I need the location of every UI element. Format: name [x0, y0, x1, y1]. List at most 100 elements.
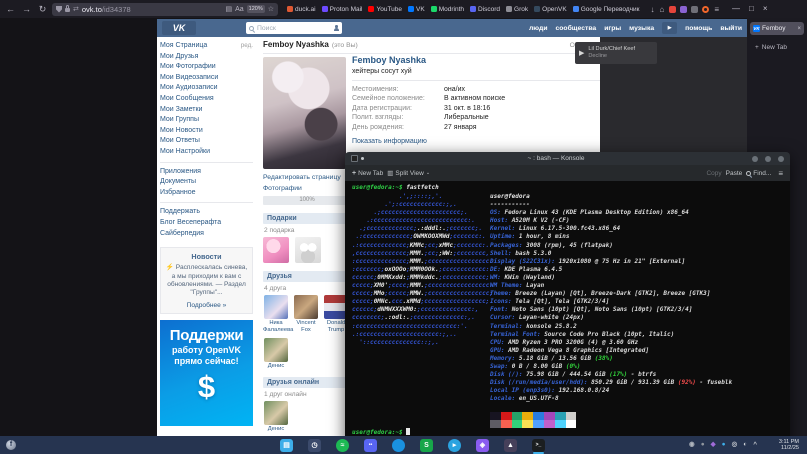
sidebar-item[interactable]: Поддержать [160, 207, 253, 218]
extension-red[interactable] [669, 6, 676, 13]
expand-tray-caret[interactable]: ^ [753, 442, 757, 449]
nav-item-помощь[interactable]: помощь [685, 25, 712, 32]
terminal-maximize-button[interactable] [765, 156, 771, 162]
news-more-link[interactable]: Подробнее » [164, 302, 249, 309]
url-text[interactable]: ovk.to/id34378 [82, 5, 223, 14]
home-icon[interactable]: ⌂ [660, 5, 665, 14]
taskbar-icon-green-s-app[interactable]: S [420, 439, 433, 452]
vk-logo[interactable]: VK [162, 21, 196, 35]
address-bar[interactable]: ⇄ ovk.to/id34378 ▤ Aa 120% ☆ [52, 3, 278, 16]
blue-dot-tray-icon[interactable]: ● [722, 442, 726, 449]
taskbar-icon-mountain-app[interactable]: ▲ [504, 439, 517, 452]
bookmark-item[interactable]: Discord [470, 6, 500, 13]
terminal-close-button[interactable] [778, 156, 784, 162]
sidebar-item[interactable]: Мои Заметки [160, 105, 253, 116]
sidebar-item[interactable]: Мои Друзья [160, 52, 253, 63]
friend-avatar[interactable] [264, 338, 288, 362]
terminal-minimize-button[interactable] [752, 156, 758, 162]
friend-avatar[interactable] [294, 295, 318, 319]
edit-page-link[interactable]: Редактировать страницу [263, 173, 351, 184]
nav-item-выйти[interactable]: выйти [720, 25, 742, 32]
tab-close-icon[interactable]: × [797, 26, 801, 32]
friends-section-header[interactable]: Друзья [263, 271, 351, 282]
sidebar-item[interactable]: Мои Новости [160, 126, 253, 137]
online-friends-section-header[interactable]: Друзья онлайн [263, 377, 351, 388]
taskbar-icon-discord[interactable]: •• [364, 439, 377, 452]
reload-button[interactable]: ↻ [36, 0, 49, 18]
bookmark-item[interactable]: Google Переводчик [573, 6, 640, 13]
updates-tray-icon[interactable]: ● [701, 442, 705, 449]
friend-name[interactable]: Vincent Fox [293, 320, 319, 334]
sidebar-item-badge[interactable]: ред. [241, 41, 253, 52]
sidebar-item[interactable]: Мои Сообщения [160, 94, 253, 105]
back-button[interactable]: ← [4, 0, 17, 18]
bookmark-item[interactable]: Proton Mail [322, 6, 363, 13]
shield-icon[interactable] [56, 6, 62, 13]
taskbar-icon-telegram[interactable]: ▸ [448, 439, 461, 452]
audio-play-icon[interactable]: ▶ [579, 49, 584, 57]
friend-name[interactable]: Денис [263, 426, 289, 433]
app-launcher-button[interactable]: f [6, 440, 16, 450]
gifts-section-header[interactable]: Подарки [263, 213, 351, 224]
sidebar-item[interactable]: Мои Фотографии [160, 62, 253, 73]
sidebar-item[interactable]: Мои Ответы [160, 136, 253, 147]
donate-banner[interactable]: Поддержи работу OpenVK прямо сейчас! $ [160, 320, 253, 426]
profile-photo[interactable] [263, 57, 346, 169]
sidebar-item[interactable]: Моя Страницаред. [160, 41, 253, 52]
taskbar-icon-clock-box-app[interactable]: ◷ [308, 439, 321, 452]
purple-diamond-tray-icon[interactable]: ◆ [711, 442, 716, 449]
vk-search-input[interactable]: Поиск [246, 22, 342, 34]
taskbar-icon-purple-app[interactable]: ◈ [476, 439, 489, 452]
photos-link[interactable]: Фотографии [263, 184, 351, 195]
friend-card[interactable]: Ника Фалалеева [263, 295, 289, 334]
friend-card[interactable]: Денис [263, 338, 289, 370]
downloads-icon[interactable]: ↓ [651, 5, 655, 14]
gift-image[interactable] [295, 237, 321, 263]
reader-mode-icon[interactable]: ▤ [225, 5, 232, 13]
forward-button[interactable]: → [20, 0, 33, 18]
active-tab[interactable]: VK Femboy × [750, 22, 804, 35]
nav-item-сообщества[interactable]: сообщества [556, 25, 597, 32]
minimize-button[interactable]: — [732, 0, 740, 18]
terminal-content[interactable]: user@fedora:~$ fastfetch .',;::::;,'. .'… [345, 181, 790, 447]
zoom-level-badge[interactable]: 120% [247, 5, 265, 13]
taskbar-icon-spotify[interactable]: ≈ [336, 439, 349, 452]
bookmark-item[interactable]: Modrinth [431, 6, 464, 13]
container-swap-icon[interactable]: ⇄ [73, 5, 79, 13]
sidebar-item[interactable]: Сайберпедия [160, 229, 253, 240]
friend-name[interactable]: Денис [263, 363, 289, 370]
terminal-titlebar[interactable]: ~ : bash — Konsole [345, 152, 790, 165]
show-info-link[interactable]: Показать информацию [352, 138, 600, 145]
clock-widget[interactable]: 3:11 PM 11/2/25 [779, 439, 799, 452]
taskbar-icon-floorp-browser[interactable] [392, 439, 405, 452]
taskbar-icon-konsole[interactable]: >_ [532, 439, 545, 452]
nav-item-игры[interactable]: игры [604, 25, 621, 32]
night-light-tray-icon[interactable]: ◐ [743, 442, 747, 449]
steam-tray-icon[interactable]: ◉ [689, 442, 695, 449]
extension-gray[interactable] [691, 6, 698, 13]
translate-icon[interactable]: Aa [235, 6, 244, 13]
profile-name-link[interactable]: Femboy Nyashka [352, 55, 600, 65]
sidebar-item[interactable]: Мои Группы [160, 115, 253, 126]
menu-icon[interactable]: ≡ [714, 5, 719, 14]
paste-button[interactable]: Paste [726, 170, 743, 177]
taskbar-icon-dolphin-file-manager[interactable]: ▤ [280, 439, 293, 452]
maximize-button[interactable]: □ [749, 0, 754, 18]
gift-image[interactable] [263, 237, 289, 263]
sidebar-item[interactable]: Приложения [160, 167, 253, 178]
bookmark-item[interactable]: Grok [506, 6, 528, 13]
sidebar-item[interactable]: Документы [160, 177, 253, 188]
friend-avatar[interactable] [264, 401, 288, 425]
audio-player-widget[interactable]: ▶ Lil Durk/Chief Keef Decline [575, 42, 657, 64]
bookmark-item[interactable]: VK [408, 6, 425, 13]
split-view-button[interactable]: ▥Split View⌄ [387, 169, 430, 177]
sidebar-item[interactable]: Блог Весеперафта [160, 218, 253, 229]
nav-item-люди[interactable]: люди [529, 25, 548, 32]
extension-purple-paw[interactable] [680, 6, 687, 13]
music-play-button[interactable]: ▶ [662, 22, 677, 34]
close-button[interactable]: × [763, 0, 768, 18]
new-tab-button[interactable]: +New Tab [352, 170, 383, 177]
hamburger-menu-icon[interactable]: ≡ [778, 169, 783, 178]
profile-status-text[interactable]: хейтеры сосут хуй [352, 68, 600, 75]
friend-card[interactable]: Денис [263, 401, 289, 433]
